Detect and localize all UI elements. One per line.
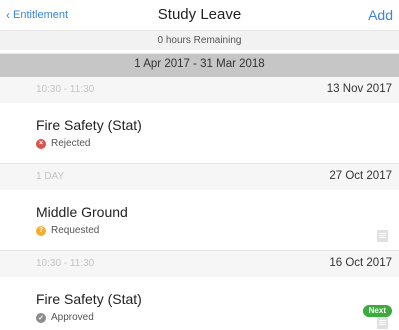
row-header: 10:30 - 11:30 16 Oct 2017 xyxy=(0,251,399,277)
note-icon[interactable] xyxy=(377,317,388,329)
header: ‹ Entitlement Study Leave Add 0 hours Re… xyxy=(0,0,399,54)
leave-time: 10:30 - 11:30 xyxy=(36,258,95,269)
note-icon[interactable] xyxy=(377,230,388,242)
next-badge: Next xyxy=(362,305,392,317)
date-range-label: 1 Apr 2017 - 31 Mar 2018 xyxy=(134,58,265,70)
status: ✓ Approved xyxy=(36,312,94,323)
page-title: Study Leave xyxy=(157,6,242,23)
status: × Rejected xyxy=(36,138,90,149)
leave-date: 27 Oct 2017 xyxy=(329,170,392,182)
leave-date: 16 Oct 2017 xyxy=(329,257,392,269)
leave-time: 1 DAY xyxy=(36,171,65,182)
study-leave-screen: ‹ Entitlement Study Leave Add 0 hours Re… xyxy=(0,0,399,330)
leave-row[interactable]: 10:30 - 11:30 16 Oct 2017 Next Fire Safe… xyxy=(0,251,399,330)
status-label: Approved xyxy=(51,312,94,323)
leave-name: Middle Ground xyxy=(36,204,128,220)
requested-icon: ? xyxy=(36,225,46,236)
row-body: Middle Ground ? Requested xyxy=(0,190,399,250)
row-body: Fire Safety (Stat) × Rejected xyxy=(0,103,399,163)
row-body: Next Fire Safety (Stat) ✓ Approved xyxy=(0,277,399,330)
leave-row[interactable]: 1 DAY 27 Oct 2017 Middle Ground ? Reques… xyxy=(0,164,399,251)
leave-list: 10:30 - 11:30 13 Nov 2017 Fire Safety (S… xyxy=(0,77,399,330)
status-label: Requested xyxy=(51,225,100,236)
remaining-bar: 0 hours Remaining xyxy=(0,30,399,50)
leave-time: 10:30 - 11:30 xyxy=(36,84,95,95)
hours-remaining: 0 hours Remaining xyxy=(157,35,242,46)
leave-name: Fire Safety (Stat) xyxy=(36,291,142,307)
row-header: 10:30 - 11:30 13 Nov 2017 xyxy=(0,77,399,103)
status-label: Rejected xyxy=(51,138,91,149)
approved-icon: ✓ xyxy=(36,312,46,323)
leave-name: Fire Safety (Stat) xyxy=(36,117,142,133)
add-button[interactable]: Add xyxy=(368,7,393,23)
leave-date: 13 Nov 2017 xyxy=(326,83,392,95)
row-header: 1 DAY 27 Oct 2017 xyxy=(0,164,399,190)
date-range-bar: 1 Apr 2017 - 31 Mar 2018 xyxy=(0,54,399,77)
leave-row[interactable]: 10:30 - 11:30 13 Nov 2017 Fire Safety (S… xyxy=(0,77,399,164)
status: ? Requested xyxy=(36,225,99,236)
rejected-icon: × xyxy=(36,138,46,149)
